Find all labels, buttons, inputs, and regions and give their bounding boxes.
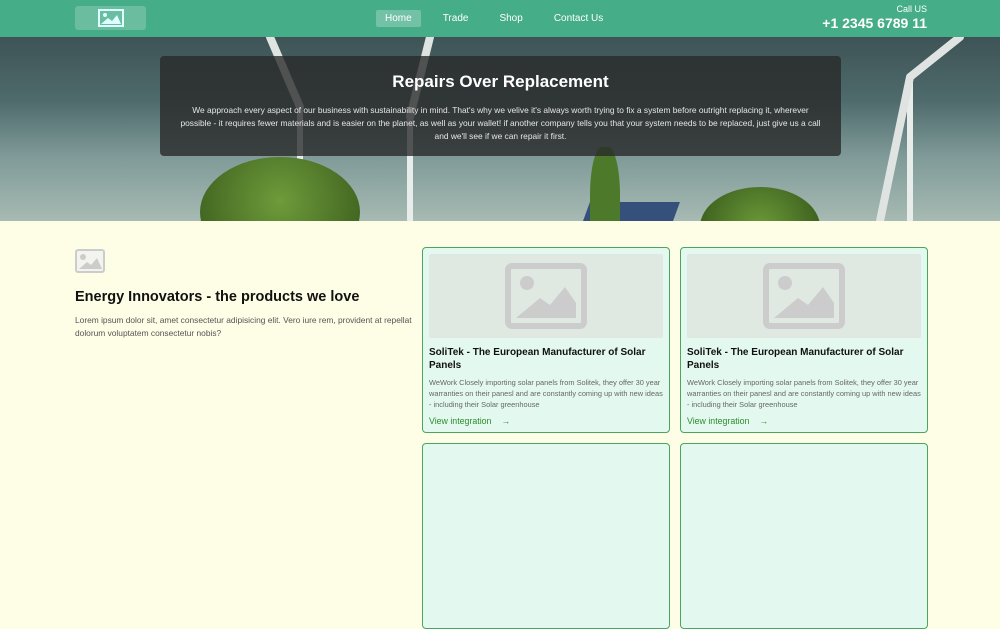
call-us: Call US +1 2345 6789 11	[822, 4, 927, 31]
card-title: SoliTek - The European Manufacturer of S…	[429, 347, 646, 371]
intro-section: Energy Innovators - the products we love…	[75, 249, 415, 340]
nav-shop[interactable]: Shop	[490, 10, 531, 27]
call-label: Call US	[896, 4, 927, 14]
main-nav: Home Trade Shop Contact Us	[376, 10, 625, 27]
hero-text: We approach every aspect of our business…	[180, 105, 821, 141]
card-text: WeWork Closely importing solar panels fr…	[687, 378, 921, 409]
hero-title: Repairs Over Replacement	[392, 72, 609, 91]
nav-contact-us[interactable]: Contact Us	[545, 10, 612, 27]
intro-text: Lorem ipsum dolor sit, amet consectetur …	[75, 315, 412, 338]
intro-title: Energy Innovators - the products we love	[75, 289, 360, 305]
card-text: WeWork Closely importing solar panels fr…	[429, 378, 663, 409]
card-title: SoliTek - The European Manufacturer of S…	[687, 347, 904, 371]
card-image	[687, 254, 921, 338]
nav-trade[interactable]: Trade	[434, 10, 478, 27]
logo[interactable]	[75, 6, 146, 30]
header: Home Trade Shop Contact Us Call US +1 23…	[0, 0, 1000, 37]
product-card-partial	[422, 443, 670, 629]
tree	[590, 147, 620, 221]
nav-home[interactable]: Home	[376, 10, 421, 27]
hero-overlay: Repairs Over Replacement We approach eve…	[160, 56, 841, 156]
view-integration-link[interactable]: View integration →	[429, 416, 663, 426]
view-integration-link[interactable]: View integration →	[687, 416, 921, 426]
image-placeholder-icon	[75, 249, 105, 273]
image-placeholder-icon	[505, 263, 587, 329]
phone-number[interactable]: +1 2345 6789 11	[822, 15, 927, 31]
image-placeholder-icon	[763, 263, 845, 329]
product-card: SoliTek - The European Manufacturer of S…	[680, 247, 928, 433]
image-placeholder-icon	[97, 9, 124, 27]
product-card-partial	[680, 443, 928, 629]
card-image	[429, 254, 663, 338]
arrow-right-icon: →	[501, 416, 511, 426]
product-card: SoliTek - The European Manufacturer of S…	[422, 247, 670, 433]
arrow-right-icon: →	[759, 416, 769, 426]
